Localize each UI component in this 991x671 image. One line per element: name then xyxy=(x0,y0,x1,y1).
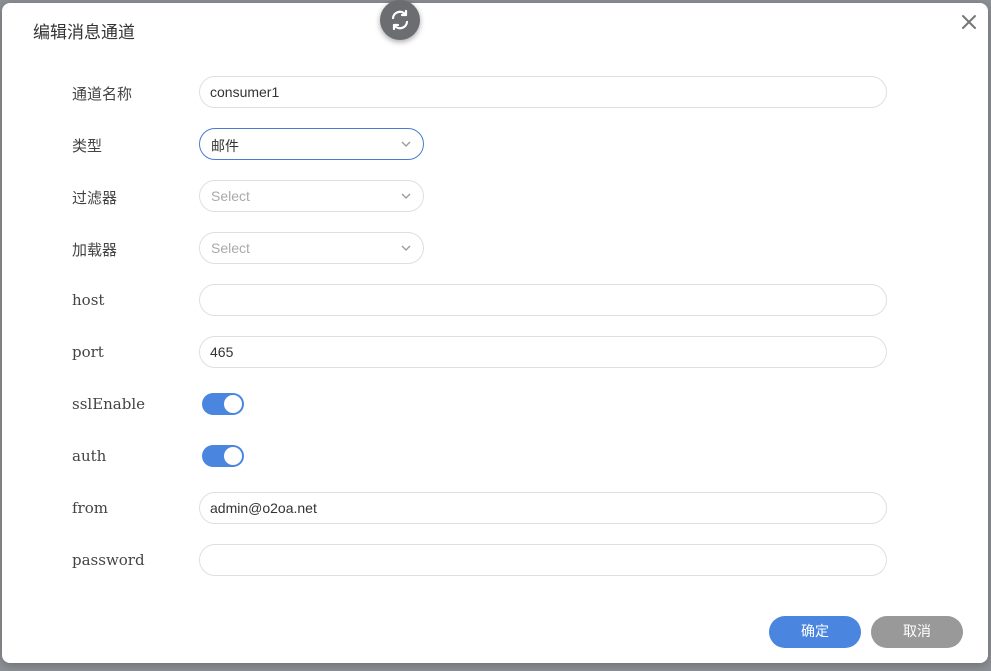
name-label: 通道名称 xyxy=(72,85,133,103)
form-row-port: port xyxy=(2,336,988,368)
form-row-password: password xyxy=(2,544,988,576)
type-select-value: 邮件 xyxy=(211,138,239,154)
form-row-from: from xyxy=(2,492,988,524)
ssl-enable-toggle[interactable] xyxy=(202,393,244,415)
dialog-title: 编辑消息通道 xyxy=(33,23,135,43)
loader-select[interactable]: Select xyxy=(199,232,424,264)
host-label: host xyxy=(72,291,105,309)
close-icon[interactable] xyxy=(960,13,978,31)
from-input[interactable] xyxy=(199,492,887,524)
form-row-filter: 过滤器 Select xyxy=(2,180,988,212)
form-row-name: 通道名称 xyxy=(2,76,988,108)
type-label: 类型 xyxy=(72,137,103,155)
loader-select-placeholder: Select xyxy=(211,240,250,256)
refresh-icon[interactable] xyxy=(380,0,420,40)
form-row-host: host xyxy=(2,284,988,316)
chevron-down-icon xyxy=(401,193,411,199)
form-row-ssl-enable: sslEnable xyxy=(2,388,988,420)
filter-label: 过滤器 xyxy=(72,189,118,207)
channel-name-input[interactable] xyxy=(199,76,887,108)
port-input[interactable] xyxy=(199,336,887,368)
password-input[interactable] xyxy=(199,544,887,576)
filter-select-placeholder: Select xyxy=(211,188,250,204)
port-label: port xyxy=(72,343,104,361)
cancel-button[interactable]: 取消 xyxy=(871,616,963,648)
confirm-button[interactable]: 确定 xyxy=(769,616,861,648)
edit-message-channel-dialog: 编辑消息通道 通道名称 类型 邮件 过滤器 Select xyxy=(2,0,988,663)
loader-label: 加载器 xyxy=(72,241,118,259)
auth-toggle[interactable] xyxy=(202,445,244,467)
host-input[interactable] xyxy=(199,284,887,316)
toggle-knob xyxy=(224,395,242,413)
auth-label: auth xyxy=(72,447,107,465)
form-row-type: 类型 邮件 xyxy=(2,128,988,160)
password-label: password xyxy=(72,551,145,569)
type-select[interactable]: 邮件 xyxy=(199,128,424,160)
chevron-down-icon xyxy=(401,141,411,147)
ssl-enable-label: sslEnable xyxy=(72,395,146,413)
chevron-down-icon xyxy=(401,245,411,251)
form-row-loader: 加载器 Select xyxy=(2,232,988,264)
form-row-auth: auth xyxy=(2,440,988,472)
toggle-knob xyxy=(224,447,242,465)
filter-select[interactable]: Select xyxy=(199,180,424,212)
from-label: from xyxy=(72,499,108,517)
